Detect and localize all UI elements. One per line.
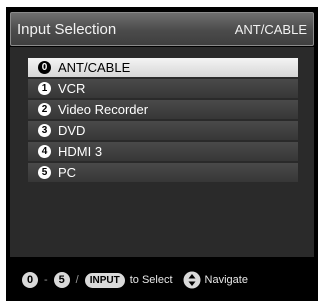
navigate-hint-text: Navigate [204, 274, 248, 286]
navigate-updown-icon [183, 271, 201, 289]
range-separator: - [44, 274, 48, 286]
number-badge: 1 [38, 82, 51, 95]
list-item-label: ANT/CABLE [58, 60, 131, 75]
list-item-label: VCR [58, 81, 86, 96]
footer-hint: 0 - 5 / INPUT to Select Navigate [22, 271, 248, 289]
list-item-label: DVD [58, 123, 86, 138]
number-badge: 0 [38, 61, 51, 74]
input-list-panel: 0 ANT/CABLE 1 VCR 2 Video Recorder 3 DVD… [10, 47, 314, 257]
current-input-label: ANT/CABLE [234, 22, 307, 37]
header-bar: Input Selection ANT/CABLE [10, 12, 314, 46]
number-badge: 5 [38, 166, 51, 179]
number-badge: 3 [38, 124, 51, 137]
key-five-icon: 5 [53, 272, 70, 288]
list-item-label: PC [58, 165, 77, 180]
list-item-dvd[interactable]: 3 DVD [28, 121, 298, 140]
list-item-pc[interactable]: 5 PC [28, 163, 298, 182]
input-selection-screen: Input Selection ANT/CABLE 0 ANT/CABLE 1 … [6, 7, 318, 301]
list-item-video-recorder[interactable]: 2 Video Recorder [28, 100, 298, 119]
number-badge: 2 [38, 103, 51, 116]
list-item-label: HDMI 3 [58, 144, 103, 159]
key-zero-icon: 0 [22, 272, 38, 288]
number-badge: 4 [38, 145, 51, 158]
list-item-label: Video Recorder [58, 102, 149, 117]
footer-help-bar: 0 - 5 / INPUT to Select Navigate [10, 265, 314, 295]
list-item-vcr[interactable]: 1 VCR [28, 79, 298, 98]
input-list: 0 ANT/CABLE 1 VCR 2 Video Recorder 3 DVD… [28, 58, 298, 184]
list-item-ant-cable[interactable]: 0 ANT/CABLE [28, 58, 298, 77]
page-title: Input Selection [17, 21, 117, 38]
input-key-icon: INPUT [84, 272, 125, 288]
list-item-hdmi-3[interactable]: 4 HDMI 3 [28, 142, 298, 161]
slash-separator: / [75, 274, 79, 286]
select-hint-text: to Select [129, 274, 173, 286]
